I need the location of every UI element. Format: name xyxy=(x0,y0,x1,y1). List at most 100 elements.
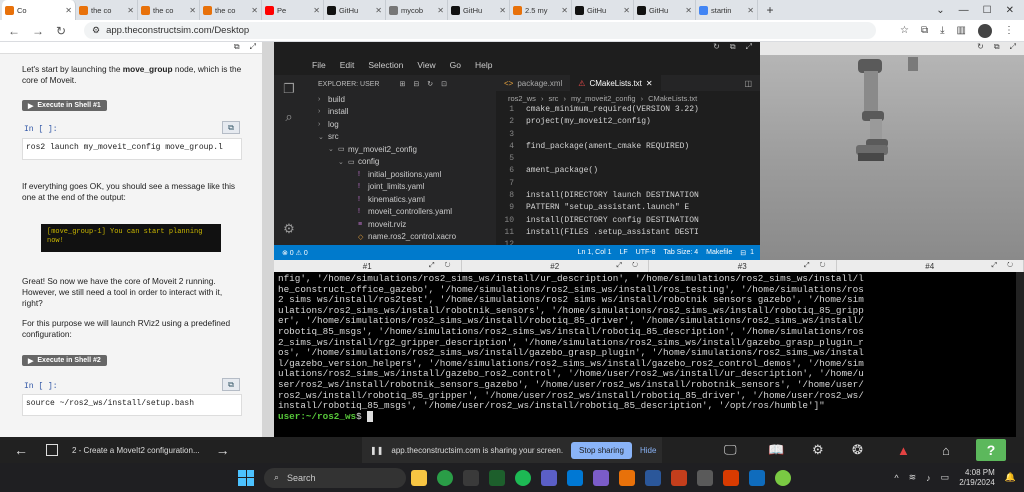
browser-tab[interactable]: the co ✕ xyxy=(138,0,200,20)
eol-indicator[interactable]: LF xyxy=(619,249,627,256)
terminal-tab[interactable]: #1 ⤢ ↻ xyxy=(274,260,462,272)
terminal-tab[interactable]: #2 ⤢ ↻ xyxy=(462,260,649,272)
tab-close-icon[interactable]: ✕ xyxy=(437,6,444,15)
breadcrumb-item[interactable]: src xyxy=(548,94,558,103)
word-taskbar-icon[interactable] xyxy=(645,469,661,486)
tree-item[interactable]: ⌄ ▭ my_moveit2_config xyxy=(304,143,496,156)
volume-icon[interactable]: ♪ xyxy=(926,473,931,483)
tab-close-icon[interactable]: ✕ xyxy=(646,79,653,88)
breadcrumb-item[interactable]: ros2_ws xyxy=(508,94,536,103)
app-taskbar-icon-2[interactable] xyxy=(697,469,713,486)
stop-sharing-button[interactable]: Stop sharing xyxy=(571,441,632,459)
file-explorer-taskbar-icon[interactable] xyxy=(411,469,427,486)
spotify-taskbar-icon[interactable] xyxy=(515,469,531,486)
tab-close-icon[interactable]: ✕ xyxy=(561,6,568,15)
expand-icon[interactable]: ⤢ xyxy=(250,42,256,53)
store-taskbar-icon[interactable] xyxy=(567,469,583,486)
terminal-tab-actions-icon[interactable]: ⤢ ↻ xyxy=(617,262,642,270)
pane-divider[interactable] xyxy=(262,42,274,437)
refresh-icon[interactable]: ↻ xyxy=(713,42,720,55)
new-folder-icon[interactable]: ⊟ xyxy=(413,80,419,88)
browser-tab[interactable]: GitHu ✕ xyxy=(572,0,634,20)
app-taskbar-icon[interactable] xyxy=(463,469,479,486)
back-icon[interactable]: ← xyxy=(8,24,24,38)
code-cell-1[interactable]: ros2 launch my_moveit_config move_group.… xyxy=(22,138,242,160)
matlab-taskbar-icon[interactable] xyxy=(619,469,635,486)
search-icon[interactable]: ⌕ xyxy=(274,103,304,131)
hide-share-button[interactable]: Hide xyxy=(640,446,656,455)
home-icon[interactable]: ⌂ xyxy=(942,443,950,458)
language-indicator[interactable]: Makefile xyxy=(706,249,732,256)
open-external-icon[interactable]: ⧉ xyxy=(234,42,240,53)
menu-item[interactable]: View xyxy=(417,60,435,70)
execute-shell-2-button[interactable]: ▶ Execute in Shell #2 xyxy=(22,355,107,366)
teams-taskbar-icon[interactable] xyxy=(541,469,557,486)
chrome-taskbar-icon[interactable] xyxy=(437,469,453,486)
tree-item[interactable]: › install xyxy=(304,106,496,119)
cursor-position[interactable]: Ln 1, Col 1 xyxy=(578,249,612,256)
tray-overflow-icon[interactable]: ^ xyxy=(894,473,898,483)
code-lines[interactable]: 1 cmake_minimum_required(VERSION 3.22) 2 pr… xyxy=(496,105,760,253)
tab-close-icon[interactable]: ✕ xyxy=(189,6,196,15)
terminal-tab-actions-icon[interactable]: ⤢ ↻ xyxy=(429,262,454,270)
menu-item[interactable]: Go xyxy=(450,60,461,70)
side-panel-icon[interactable]: ▥ xyxy=(957,25,966,36)
collapse-all-icon[interactable]: ⊡ xyxy=(441,80,447,88)
settings-icon[interactable]: ⚙ xyxy=(812,442,824,458)
chrome-profile-taskbar-icon[interactable] xyxy=(775,469,791,486)
menu-item[interactable]: Edit xyxy=(340,60,355,70)
maximize-icon[interactable]: ☐ xyxy=(983,5,992,16)
code-cell-2[interactable]: source ~/ros2_ws/install/setup.bash xyxy=(22,394,242,416)
open-external-icon[interactable]: ⧉ xyxy=(994,42,1000,55)
wifi-icon[interactable]: ≋ xyxy=(909,472,917,483)
tree-item[interactable]: ⌄ ▭ config xyxy=(304,156,496,169)
notebook-icon[interactable]: 📖 xyxy=(768,442,784,458)
bookmark-star-icon[interactable]: ☆ xyxy=(900,25,909,36)
browser-tab[interactable]: 2.5 my ✕ xyxy=(510,0,572,20)
tree-item[interactable]: ⌄ src xyxy=(304,131,496,144)
terminal-shell-1[interactable]: nfig', '/home/simulations/ros2_sims_ws/i… xyxy=(274,272,1024,437)
tab-close-icon[interactable]: ✕ xyxy=(251,6,258,15)
browser-tab[interactable]: GitHu ✕ xyxy=(634,0,696,20)
browser-tab[interactable]: Co ✕ xyxy=(2,0,76,20)
tree-item[interactable]: ! initial_positions.yaml xyxy=(304,168,496,181)
tab-search-icon[interactable]: ⌄ xyxy=(936,5,944,16)
app-taskbar-icon-3[interactable] xyxy=(723,469,739,486)
browser-tab[interactable]: Pe ✕ xyxy=(262,0,324,20)
forward-icon[interactable]: → xyxy=(32,24,48,38)
url-field[interactable]: ⚙ app.theconstructsim.com/Desktop xyxy=(84,22,876,39)
encoding-indicator[interactable]: UTF-8 xyxy=(636,249,656,256)
profile-avatar[interactable] xyxy=(978,23,992,38)
breadcrumb-item[interactable]: CMakeLists.txt xyxy=(648,94,697,103)
new-file-icon[interactable]: ⊞ xyxy=(399,80,405,88)
simulation-view[interactable]: ↻ ⧉ ⤢ xyxy=(760,42,1024,260)
browser-menu-icon[interactable]: ⋮ xyxy=(1004,25,1014,36)
new-tab-button[interactable]: + xyxy=(758,0,782,20)
reload-icon[interactable]: ↻ xyxy=(56,24,72,38)
tab-close-icon[interactable]: ✕ xyxy=(313,6,320,15)
terminal-tab[interactable]: #3 ⤢ ↻ xyxy=(649,260,837,272)
clock[interactable]: 4:08 PM 2/19/2024 xyxy=(959,468,995,488)
tab-close-icon[interactable]: ✕ xyxy=(127,6,134,15)
minimize-icon[interactable]: — xyxy=(959,5,969,16)
visual-studio-taskbar-icon[interactable] xyxy=(593,469,609,486)
editor-tab[interactable]: <> package.xml xyxy=(496,75,570,91)
browser-tab[interactable]: the co ✕ xyxy=(200,0,262,20)
terminal-tab-actions-icon[interactable]: ⤢ ↻ xyxy=(992,262,1017,270)
browser-tab[interactable]: startin ✕ xyxy=(696,0,758,20)
browser-tab[interactable]: GitHu ✕ xyxy=(448,0,510,20)
notifications-icon[interactable]: 🔔 xyxy=(1005,472,1016,483)
settings-gear-icon[interactable]: ⚙ xyxy=(274,215,304,243)
windows-start-icon[interactable] xyxy=(238,469,254,486)
breadcrumb-item[interactable]: my_moveit2_config xyxy=(571,94,636,103)
split-editor-icon[interactable]: ◫ xyxy=(744,79,752,88)
execute-shell-1-button[interactable]: ▶ Execute in Shell #1 xyxy=(22,100,107,111)
editor-tab[interactable]: ⚠ CMakeLists.txt ✕ xyxy=(570,75,661,91)
terminal-tab-actions-icon[interactable]: ⤢ ↻ xyxy=(804,262,829,270)
notification-icon[interactable]: ⊟ xyxy=(740,249,746,257)
downloads-icon[interactable]: ⤓ xyxy=(940,25,944,36)
taskbar-search-box[interactable]: ⌕ Search xyxy=(264,467,406,488)
desktop-icon[interactable]: 🖵 xyxy=(724,442,737,458)
tree-item[interactable]: ≡ moveit.rviz xyxy=(304,218,496,231)
app-taskbar-icon-4[interactable] xyxy=(749,469,765,486)
